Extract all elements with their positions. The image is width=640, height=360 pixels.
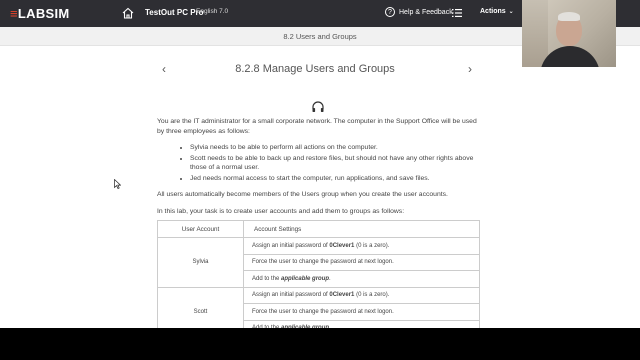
table-row: Scott Assign an initial password of 0Cle…: [157, 286, 480, 337]
column-header-user-account: User Account: [157, 220, 244, 238]
lab-instructions: You are the IT administrator for a small…: [157, 117, 482, 223]
settings-cell: Assign an initial password of 0Clever1 (…: [243, 237, 480, 255]
actions-label: Actions: [480, 8, 506, 15]
settings-text: (0 is a zero).: [354, 242, 390, 249]
actions-menu-button[interactable]: Actions ⌄: [480, 8, 514, 15]
users-group-paragraph: All users automatically become members o…: [157, 191, 448, 198]
list-item: Scott needs to be able to back up and re…: [190, 154, 482, 173]
table-header-row: User Account Account Settings: [157, 220, 480, 238]
chevron-right-icon[interactable]: ›: [468, 60, 472, 78]
course-title: TestOut PC Pro: [145, 8, 204, 17]
settings-text: .: [329, 275, 331, 282]
list-item: Sylvia needs to be able to perform all a…: [190, 143, 482, 153]
webcam-background: [522, 0, 548, 67]
settings-cell: Add to the applicable group.: [243, 270, 480, 288]
user-account-settings-table: User Account Account Settings Sylvia Ass…: [157, 220, 480, 337]
logo-text: LABSIM: [17, 6, 70, 21]
user-cell: Sylvia: [157, 237, 244, 288]
lesson-title-row: ‹ 8.2.8 Manage Users and Groups ›: [150, 60, 480, 78]
video-letterbox-bar: [0, 328, 640, 360]
settings-cell: Force the user to change the password at…: [243, 253, 480, 271]
home-icon[interactable]: [121, 6, 135, 20]
presenter-body: [540, 46, 600, 67]
settings-text: (0 is a zero).: [354, 292, 390, 299]
help-feedback-button[interactable]: ? Help & Feedback: [385, 7, 453, 17]
settings-text: Force the user to change the password at…: [252, 259, 394, 266]
column-header-account-settings: Account Settings: [243, 220, 480, 238]
headphones-icon[interactable]: [311, 100, 325, 114]
settings-text: Assign an initial password of: [252, 292, 330, 299]
course-language: English 7.0: [196, 8, 229, 15]
settings-text: Add to the: [252, 275, 282, 282]
settings-emphasis: 0Clever1: [329, 292, 355, 299]
settings-text: Force the user to change the password at…: [252, 308, 394, 315]
presenter-webcam-overlay: [522, 0, 616, 67]
employee-requirements-list: Sylvia needs to be able to perform all a…: [190, 143, 482, 183]
help-icon: ?: [385, 7, 395, 17]
settings-text: Assign an initial password of: [252, 242, 330, 249]
menu-icon[interactable]: [452, 8, 462, 18]
help-label: Help & Feedback: [399, 8, 453, 16]
settings-cell: Assign an initial password of 0Clever1 (…: [243, 286, 480, 304]
page-title: 8.2.8 Manage Users and Groups: [235, 63, 395, 75]
settings-cell: Force the user to change the password at…: [243, 303, 480, 321]
chevron-down-icon: ⌄: [508, 9, 514, 15]
presenter-hair: [558, 12, 580, 21]
settings-emphasis: applicable group: [281, 275, 330, 282]
logo-mark: ≡: [10, 6, 18, 21]
mouse-cursor-icon: [114, 179, 121, 189]
labsim-logo[interactable]: ≡LABSIM: [10, 6, 70, 21]
intro-paragraph: You are the IT administrator for a small…: [157, 118, 477, 135]
task-paragraph: In this lab, your task is to create user…: [157, 207, 405, 215]
table-row: Sylvia Assign an initial password of 0Cl…: [157, 237, 480, 288]
list-item: Jed needs normal access to start the com…: [190, 174, 482, 184]
settings-emphasis: 0Clever1: [329, 242, 355, 249]
